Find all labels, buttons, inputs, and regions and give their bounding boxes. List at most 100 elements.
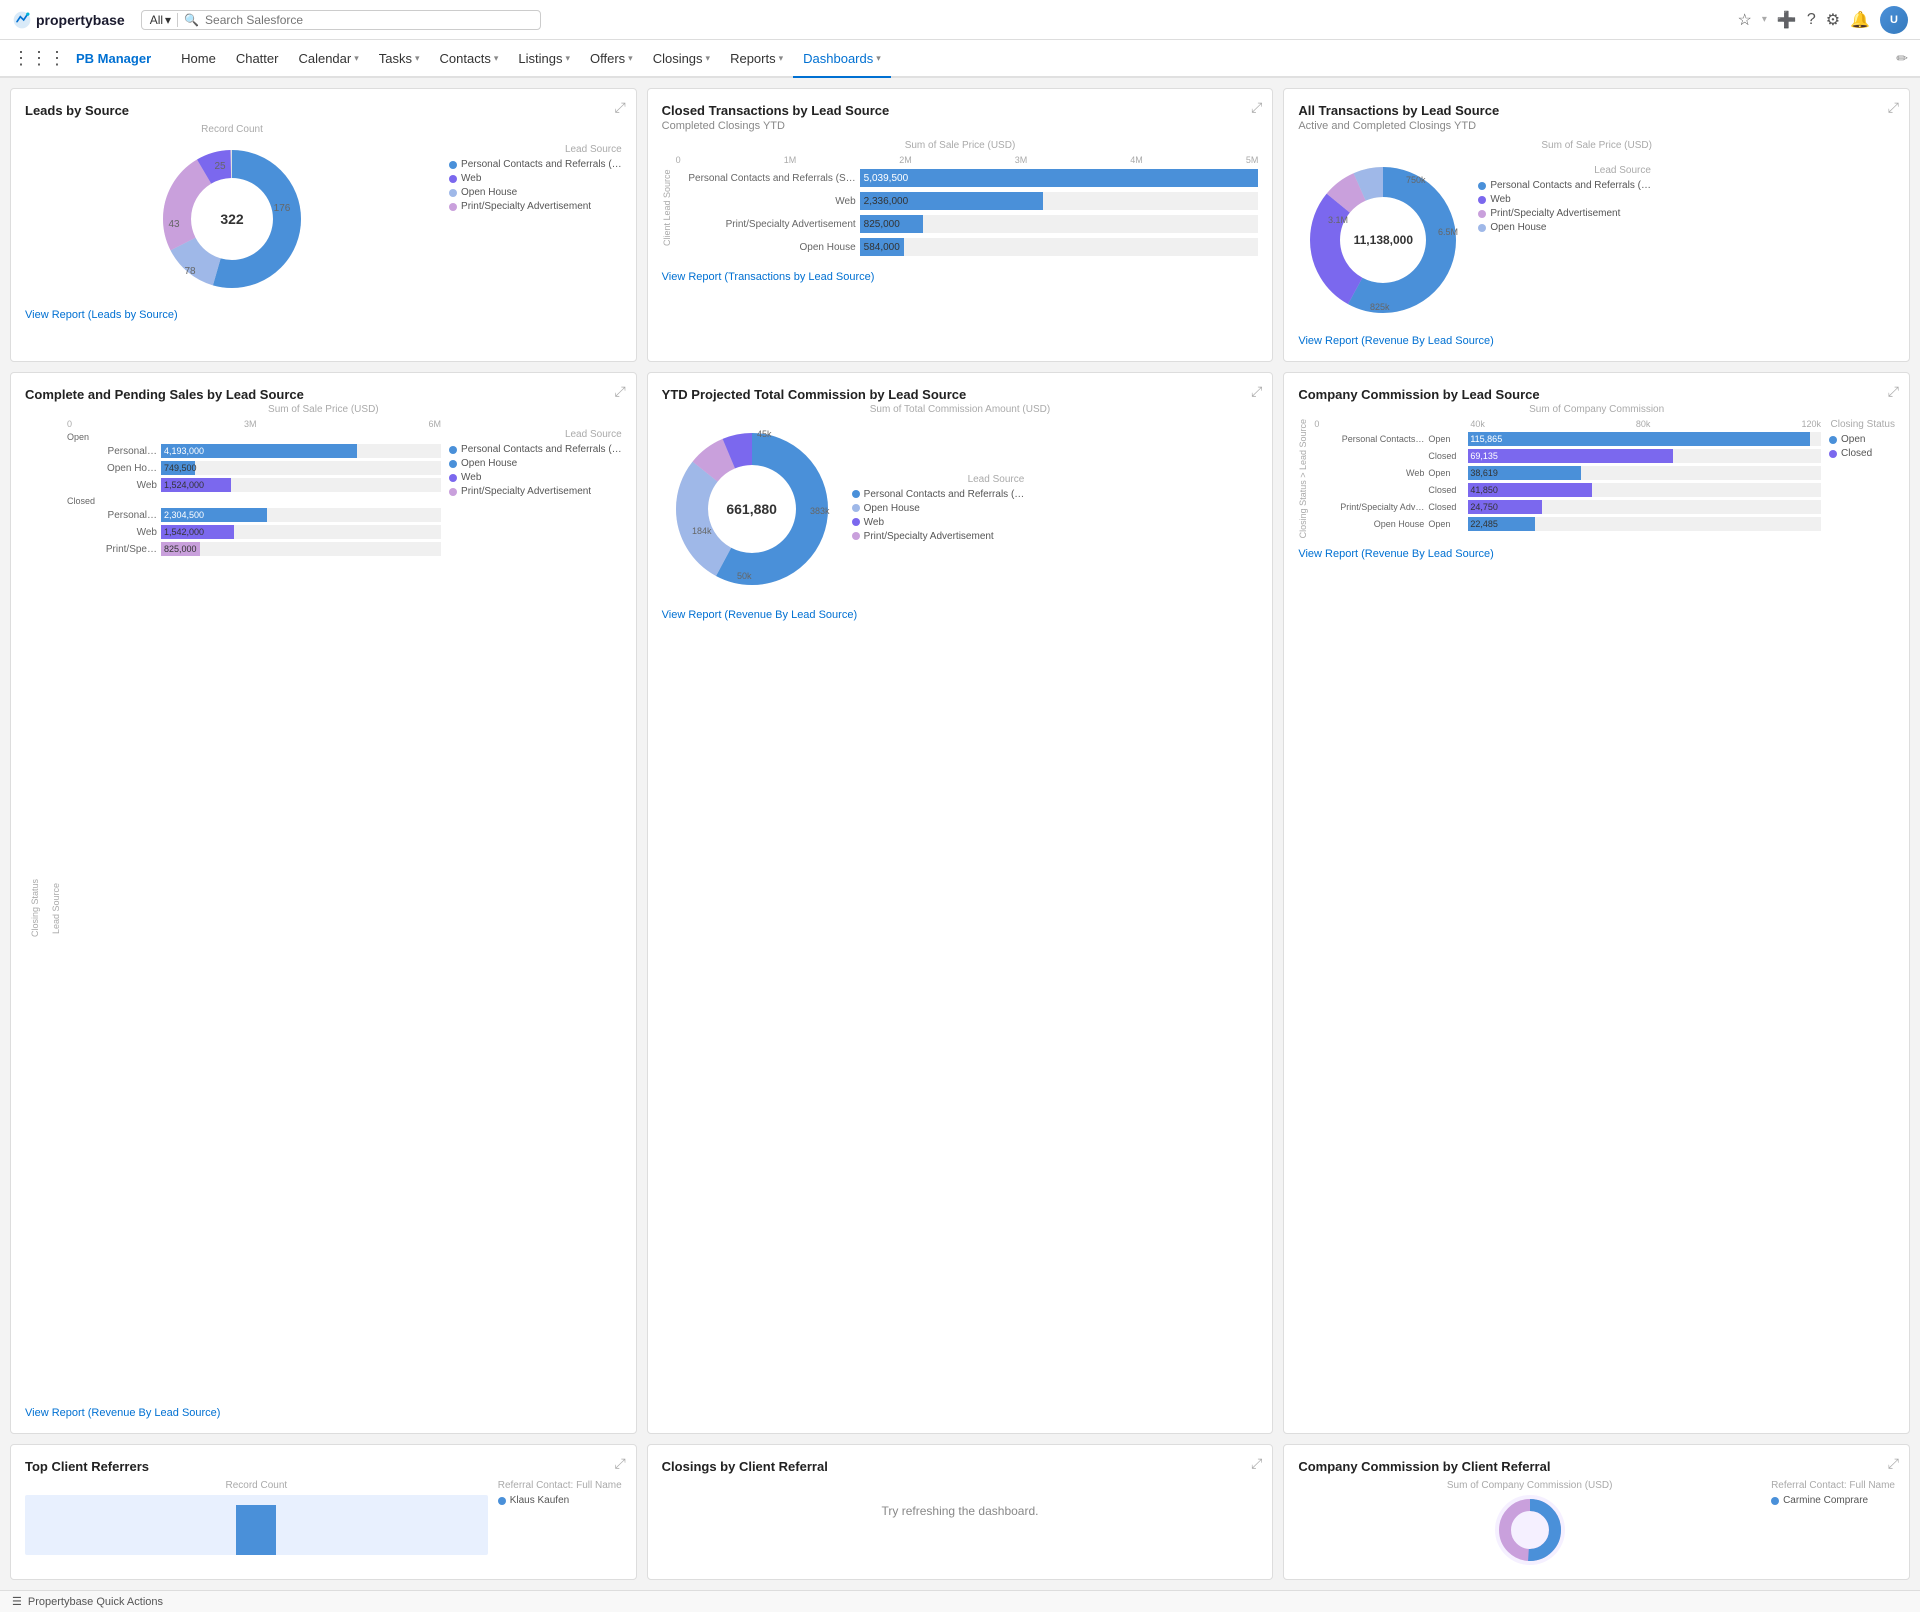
chevron-down-icon: ▾ bbox=[494, 53, 499, 64]
nav-item-reports[interactable]: Reports▾ bbox=[720, 39, 793, 77]
svg-text:184k: 184k bbox=[692, 526, 712, 536]
x-axis-label: Sum of Sale Price (USD) bbox=[25, 404, 622, 415]
complete-pending-legend: Lead Source Personal Contacts and Referr… bbox=[445, 419, 622, 1397]
expand-icon[interactable]: ⤢ bbox=[614, 1455, 625, 1472]
search-bar[interactable]: All ▾ 🔍 bbox=[141, 10, 541, 30]
view-report-closed-transactions[interactable]: View Report (Transactions by Lead Source… bbox=[662, 271, 1259, 283]
nav-item-home[interactable]: Home bbox=[171, 39, 226, 77]
bar-row: Web 1,542,000 bbox=[67, 525, 441, 539]
bar-row: Personal… 2,304,500 bbox=[67, 508, 441, 522]
nav-item-closings[interactable]: Closings▾ bbox=[643, 39, 720, 77]
view-report-ytd[interactable]: View Report (Revenue By Lead Source) bbox=[662, 609, 1259, 621]
search-input[interactable] bbox=[205, 13, 532, 27]
expand-icon[interactable]: ⤢ bbox=[614, 99, 625, 116]
leads-legend: Lead Source Personal Contacts and Referr… bbox=[449, 124, 622, 299]
expand-icon[interactable]: ⤢ bbox=[614, 383, 625, 400]
y-axis-label2: Lead Source bbox=[51, 419, 61, 1397]
edit-icon[interactable]: ✏ bbox=[1896, 50, 1908, 67]
nav-item-chatter[interactable]: Chatter bbox=[226, 39, 289, 77]
nav-bar: ⋮⋮⋮ PB Manager Home Chatter Calendar▾ Ta… bbox=[0, 40, 1920, 78]
svg-text:25: 25 bbox=[214, 161, 226, 172]
nav-item-offers[interactable]: Offers▾ bbox=[580, 39, 643, 77]
view-report-complete-pending[interactable]: View Report (Revenue By Lead Source) bbox=[25, 1407, 622, 1419]
svg-text:45k: 45k bbox=[757, 429, 772, 439]
help-icon[interactable]: ? bbox=[1807, 11, 1816, 29]
expand-icon[interactable]: ⤢ bbox=[1251, 99, 1262, 116]
top-icons: ☆ ▾ ➕ ? ⚙ 🔔 U bbox=[1738, 6, 1908, 34]
bar-row: Open Ho… 749,500 bbox=[67, 461, 441, 475]
nav-item-listings[interactable]: Listings▾ bbox=[508, 39, 580, 77]
refresh-message: Try refreshing the dashboard. bbox=[662, 1504, 1259, 1518]
chevron-down-icon: ▾ bbox=[415, 53, 420, 64]
svg-text:50k: 50k bbox=[737, 571, 752, 581]
svg-text:3.1M: 3.1M bbox=[1328, 215, 1348, 225]
card-title: All Transactions by Lead Source bbox=[1298, 103, 1895, 118]
bar-row: Web 2,336,000 bbox=[676, 192, 1259, 210]
x-axis-label: Sum of Company Commission bbox=[1298, 404, 1895, 415]
svg-text:750k: 750k bbox=[1406, 175, 1426, 185]
svg-text:176: 176 bbox=[274, 203, 291, 214]
view-report-leads[interactable]: View Report (Leads by Source) bbox=[25, 309, 622, 321]
chevron-down-icon: ▾ bbox=[706, 53, 711, 64]
bar-row: Closed 69,135 bbox=[1314, 449, 1821, 463]
top-bar: propertybase All ▾ 🔍 ☆ ▾ ➕ ? ⚙ 🔔 U bbox=[0, 0, 1920, 40]
donut-value-leads: 322 bbox=[220, 211, 243, 227]
chevron-down-icon-fav[interactable]: ▾ bbox=[1762, 14, 1767, 25]
card-title: Leads by Source bbox=[25, 103, 622, 118]
legend-item-personal: Personal Contacts and Referrals (… bbox=[449, 159, 622, 170]
settings-icon[interactable]: ⚙ bbox=[1826, 10, 1840, 30]
legend-item-web: Web bbox=[449, 173, 622, 184]
nav-item-contacts[interactable]: Contacts▾ bbox=[430, 39, 509, 77]
group-label-open: Open bbox=[67, 432, 441, 442]
nav-item-dashboards[interactable]: Dashboards▾ bbox=[793, 40, 891, 78]
y-axis-label: Client Lead Source bbox=[662, 155, 672, 261]
bar-row: Personal Contacts and Referrals (S… 5,03… bbox=[676, 169, 1259, 187]
card-company-commission-lead: ⤢ Company Commission by Lead Source Sum … bbox=[1283, 372, 1910, 1434]
group-label-closed: Closed bbox=[67, 496, 441, 506]
nav-item-tasks[interactable]: Tasks▾ bbox=[369, 39, 430, 77]
chevron-down-icon: ▾ bbox=[628, 53, 633, 64]
axis-marks: 040k80k120k bbox=[1314, 419, 1821, 429]
x-axis-label: Sum of Sale Price (USD) bbox=[662, 140, 1259, 151]
view-report-company-commission-lead[interactable]: View Report (Revenue By Lead Source) bbox=[1298, 548, 1895, 560]
search-all-dropdown[interactable]: All ▾ bbox=[150, 13, 178, 27]
card-title: Company Commission by Client Referral bbox=[1298, 1459, 1895, 1474]
expand-icon[interactable]: ⤢ bbox=[1251, 1455, 1262, 1472]
expand-icon[interactable]: ⤢ bbox=[1888, 383, 1899, 400]
expand-icon[interactable]: ⤢ bbox=[1251, 383, 1262, 400]
add-icon[interactable]: ➕ bbox=[1777, 10, 1797, 30]
nav-item-calendar[interactable]: Calendar▾ bbox=[288, 39, 368, 77]
dashboard-main: ⤢ Leads by Source Record Count bbox=[0, 78, 1920, 1590]
menu-icon[interactable]: ☰ bbox=[12, 1595, 22, 1608]
chevron-down-icon: ▾ bbox=[165, 13, 171, 27]
apps-icon[interactable]: ⋮⋮⋮ bbox=[12, 48, 66, 69]
card-subtitle: Completed Closings YTD bbox=[662, 120, 1259, 132]
card-leads-by-source: ⤢ Leads by Source Record Count bbox=[10, 88, 637, 362]
donut-chart-company-commission-client bbox=[1495, 1495, 1565, 1565]
chevron-down-icon: ▾ bbox=[876, 53, 881, 64]
search-icon: 🔍 bbox=[184, 13, 199, 27]
notifications-icon[interactable]: 🔔 bbox=[1850, 10, 1870, 30]
top-referrers-legend: Referral Contact: Full Name Klaus Kaufen bbox=[498, 1480, 622, 1555]
svg-text:383k: 383k bbox=[810, 506, 830, 516]
favorites-icon[interactable]: ☆ bbox=[1738, 10, 1752, 30]
bar-row: Print/Specialty Adv… Closed 24,750 bbox=[1314, 500, 1821, 514]
bar-row: Personal… 4,193,000 bbox=[67, 444, 441, 458]
expand-icon[interactable]: ⤢ bbox=[1888, 1455, 1899, 1472]
card-title: Closed Transactions by Lead Source bbox=[662, 103, 1259, 118]
all-transactions-legend: Lead Source Personal Contacts and Referr… bbox=[1478, 155, 1651, 325]
nav-brand: PB Manager bbox=[76, 51, 151, 66]
record-count-label: Record Count bbox=[25, 1480, 488, 1491]
donut-value-ytd: 661,880 bbox=[726, 501, 777, 517]
view-report-all-transactions[interactable]: View Report (Revenue By Lead Source) bbox=[1298, 335, 1895, 347]
bar-row: Personal Contacts… Open 115,865 bbox=[1314, 432, 1821, 446]
expand-icon[interactable]: ⤢ bbox=[1888, 99, 1899, 116]
card-title: YTD Projected Total Commission by Lead S… bbox=[662, 387, 1259, 402]
legend-item-print: Print/Specialty Advertisement bbox=[449, 201, 622, 212]
card-title: Company Commission by Lead Source bbox=[1298, 387, 1895, 402]
card-all-transactions: ⤢ All Transactions by Lead Source Active… bbox=[1283, 88, 1910, 362]
bar-row: Closed 41,850 bbox=[1314, 483, 1821, 497]
bar-row: Web Open 38,619 bbox=[1314, 466, 1821, 480]
avatar[interactable]: U bbox=[1880, 6, 1908, 34]
axis-marks: 01M2M3M4M5M bbox=[676, 155, 1259, 165]
